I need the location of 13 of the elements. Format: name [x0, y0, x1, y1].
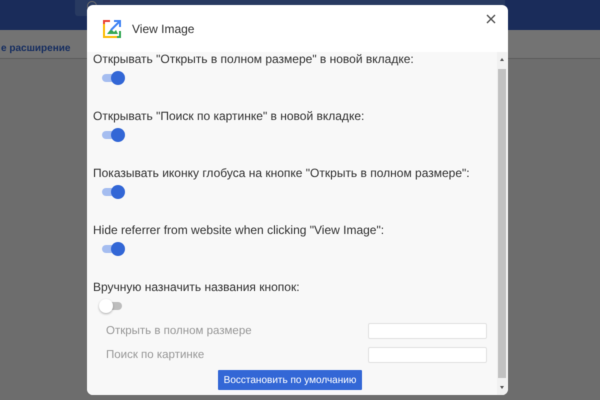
scrollbar[interactable] — [497, 52, 507, 395]
option-label: Вручную назначить названия кнопок: — [93, 280, 301, 295]
toolbar-link[interactable]: е расширение — [1, 43, 70, 54]
close-icon[interactable] — [486, 14, 496, 24]
field-label: Открыть в полном размере — [106, 324, 252, 336]
option-label: Открывать "Открыть в полном размере" в новой вкладке: — [93, 52, 415, 67]
reset-button[interactable]: Восстановить по умолчанию — [218, 370, 362, 390]
option-label: Открывать "Поиск по картинке" в новой вкладке: — [93, 109, 366, 124]
option-label: Hide referrer from website when clicking "View Image": — [93, 223, 386, 238]
field-label: Поиск по картинке — [106, 348, 204, 360]
image-icon — [102, 18, 122, 38]
dialog-title: View Image — [132, 22, 196, 36]
option-label: Показывать иконку глобуса на кнопке "Открыть в полном размере": — [93, 166, 471, 181]
